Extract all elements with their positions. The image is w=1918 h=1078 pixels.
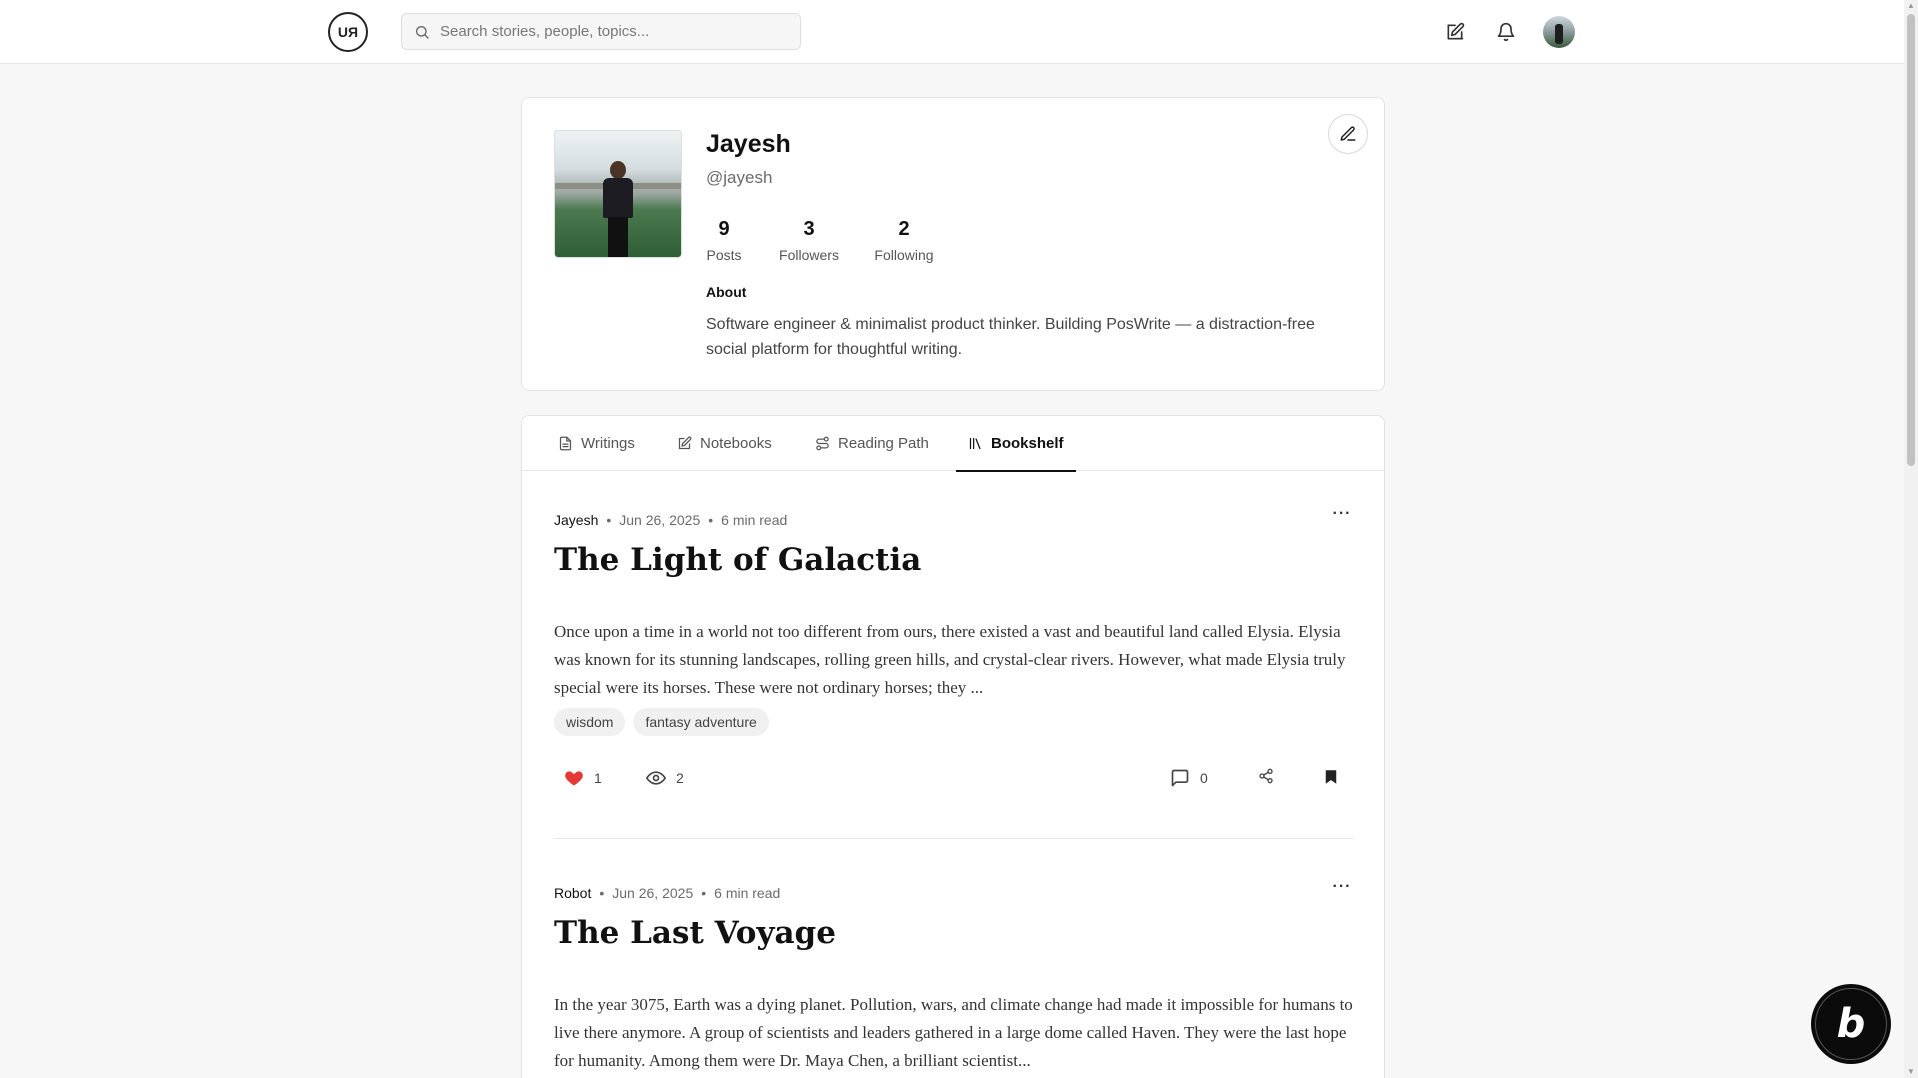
heart-icon xyxy=(565,771,583,786)
pencil-icon xyxy=(1340,126,1356,141)
post-excerpt: Once upon a time in a world not too diff… xyxy=(554,622,1346,697)
post-date: Jun 26, 2025 xyxy=(619,512,701,528)
stat-following-value: 2 xyxy=(898,218,910,240)
profile-tabs: Writings Notebooks Reading Path Bookshel… xyxy=(522,416,1384,472)
like-count: 1 xyxy=(594,770,602,786)
notebook-edit-icon xyxy=(678,436,692,450)
share-icon xyxy=(1259,768,1273,784)
post-card[interactable]: Jayesh • Jun 26, 2025 • 6 min read ··· The L… xyxy=(554,505,1354,842)
post-actions: 1 2 0 xyxy=(554,768,1354,792)
more-options-button[interactable]: ··· xyxy=(1330,875,1354,899)
post-author[interactable]: Robot xyxy=(554,885,591,901)
scroll-down-arrow[interactable]: ▼ xyxy=(1907,1068,1915,1076)
eye-icon xyxy=(646,771,666,785)
tab-reading-path[interactable]: Reading Path xyxy=(815,416,929,471)
post-excerpt: In the year 3075, Earth was a dying plan… xyxy=(554,995,1353,1070)
post-tags: wisdom fantasy adventure xyxy=(554,708,769,736)
top-navigation-bar: UЯ xyxy=(0,0,1904,64)
like-button[interactable]: 1 xyxy=(564,768,602,788)
active-tab-indicator xyxy=(956,470,1076,472)
post-author[interactable]: Jayesh xyxy=(554,512,598,528)
user-avatar-button[interactable] xyxy=(1543,16,1575,48)
scrollbar-thumb[interactable] xyxy=(1907,14,1915,466)
post-title[interactable]: The Light of Galactia xyxy=(554,542,921,578)
post-divider xyxy=(554,838,1354,839)
scroll-up-arrow[interactable]: ▲ xyxy=(1907,2,1915,10)
search-icon xyxy=(416,25,429,39)
comment-count: 0 xyxy=(1200,770,1208,786)
post-card[interactable]: Robot • Jun 26, 2025 • 6 min read ··· The La… xyxy=(554,878,1354,1078)
tab-bookshelf[interactable]: Bookshelf xyxy=(956,416,1076,472)
stat-followers-value: 3 xyxy=(803,218,815,240)
tab-bookshelf-label: Bookshelf xyxy=(991,435,1064,452)
tab-writings[interactable]: Writings xyxy=(558,416,635,471)
post-date: Jun 26, 2025 xyxy=(612,885,694,901)
stat-posts[interactable]: 9 Posts xyxy=(706,218,742,263)
bookmark-button[interactable] xyxy=(1322,768,1340,786)
stat-following-label: Following xyxy=(874,247,934,263)
view-count: 2 xyxy=(676,770,684,786)
search-input[interactable] xyxy=(440,23,780,40)
post-read-time: 6 min read xyxy=(714,885,781,901)
stat-followers-label: Followers xyxy=(779,247,839,263)
comment-button[interactable]: 0 xyxy=(1170,768,1208,788)
stat-followers[interactable]: 3 Followers xyxy=(775,218,843,263)
about-text: Software engineer & minimalist product t… xyxy=(706,316,1315,358)
tab-writings-label: Writings xyxy=(581,435,635,452)
post-title[interactable]: The Last Voyage xyxy=(554,915,836,951)
share-button[interactable] xyxy=(1258,768,1274,784)
ellipsis-icon: ··· xyxy=(1332,878,1352,895)
about-heading: About xyxy=(706,284,747,300)
bookmark-filled-icon xyxy=(1325,770,1337,784)
more-options-button[interactable]: ··· xyxy=(1330,502,1354,526)
edit-profile-button[interactable] xyxy=(1328,114,1368,154)
post-read-time: 6 min read xyxy=(721,512,788,528)
post-meta: Robot • Jun 26, 2025 • 6 min read xyxy=(554,885,781,901)
page-scrollbar[interactable]: ▲ ▼ xyxy=(1904,0,1918,1078)
ellipsis-icon: ··· xyxy=(1332,505,1352,522)
tab-notebooks[interactable]: Notebooks xyxy=(677,416,772,471)
tag-chip[interactable]: wisdom xyxy=(554,708,626,736)
path-icon xyxy=(816,436,829,451)
bell-icon xyxy=(1497,22,1515,42)
profile-card: Jayesh @jayesh 9 Posts 3 Followers 2 Fol… xyxy=(521,97,1385,391)
feed-card: Writings Notebooks Reading Path Bookshel… xyxy=(521,415,1385,1078)
app-logo[interactable]: UЯ xyxy=(328,12,368,52)
profile-handle: @jayesh xyxy=(706,168,773,187)
notifications-button[interactable] xyxy=(1494,20,1518,44)
profile-name: Jayesh xyxy=(706,130,791,158)
bolt-badge[interactable]: b xyxy=(1811,984,1891,1064)
comment-icon xyxy=(1171,769,1189,787)
edit-icon xyxy=(1447,22,1465,40)
stat-posts-label: Posts xyxy=(706,247,742,263)
document-icon xyxy=(559,436,572,451)
views-indicator: 2 xyxy=(646,768,684,788)
tab-reading-path-label: Reading Path xyxy=(838,435,929,452)
search-box[interactable] xyxy=(401,13,801,50)
library-icon xyxy=(969,437,981,450)
write-post-button[interactable] xyxy=(1443,20,1467,44)
stat-following[interactable]: 2 Following xyxy=(869,218,939,263)
tab-notebooks-label: Notebooks xyxy=(700,435,772,452)
post-meta: Jayesh • Jun 26, 2025 • 6 min read xyxy=(554,512,788,528)
stat-posts-value: 9 xyxy=(718,218,730,240)
profile-photo xyxy=(554,130,682,258)
tag-chip[interactable]: fantasy adventure xyxy=(633,708,769,736)
